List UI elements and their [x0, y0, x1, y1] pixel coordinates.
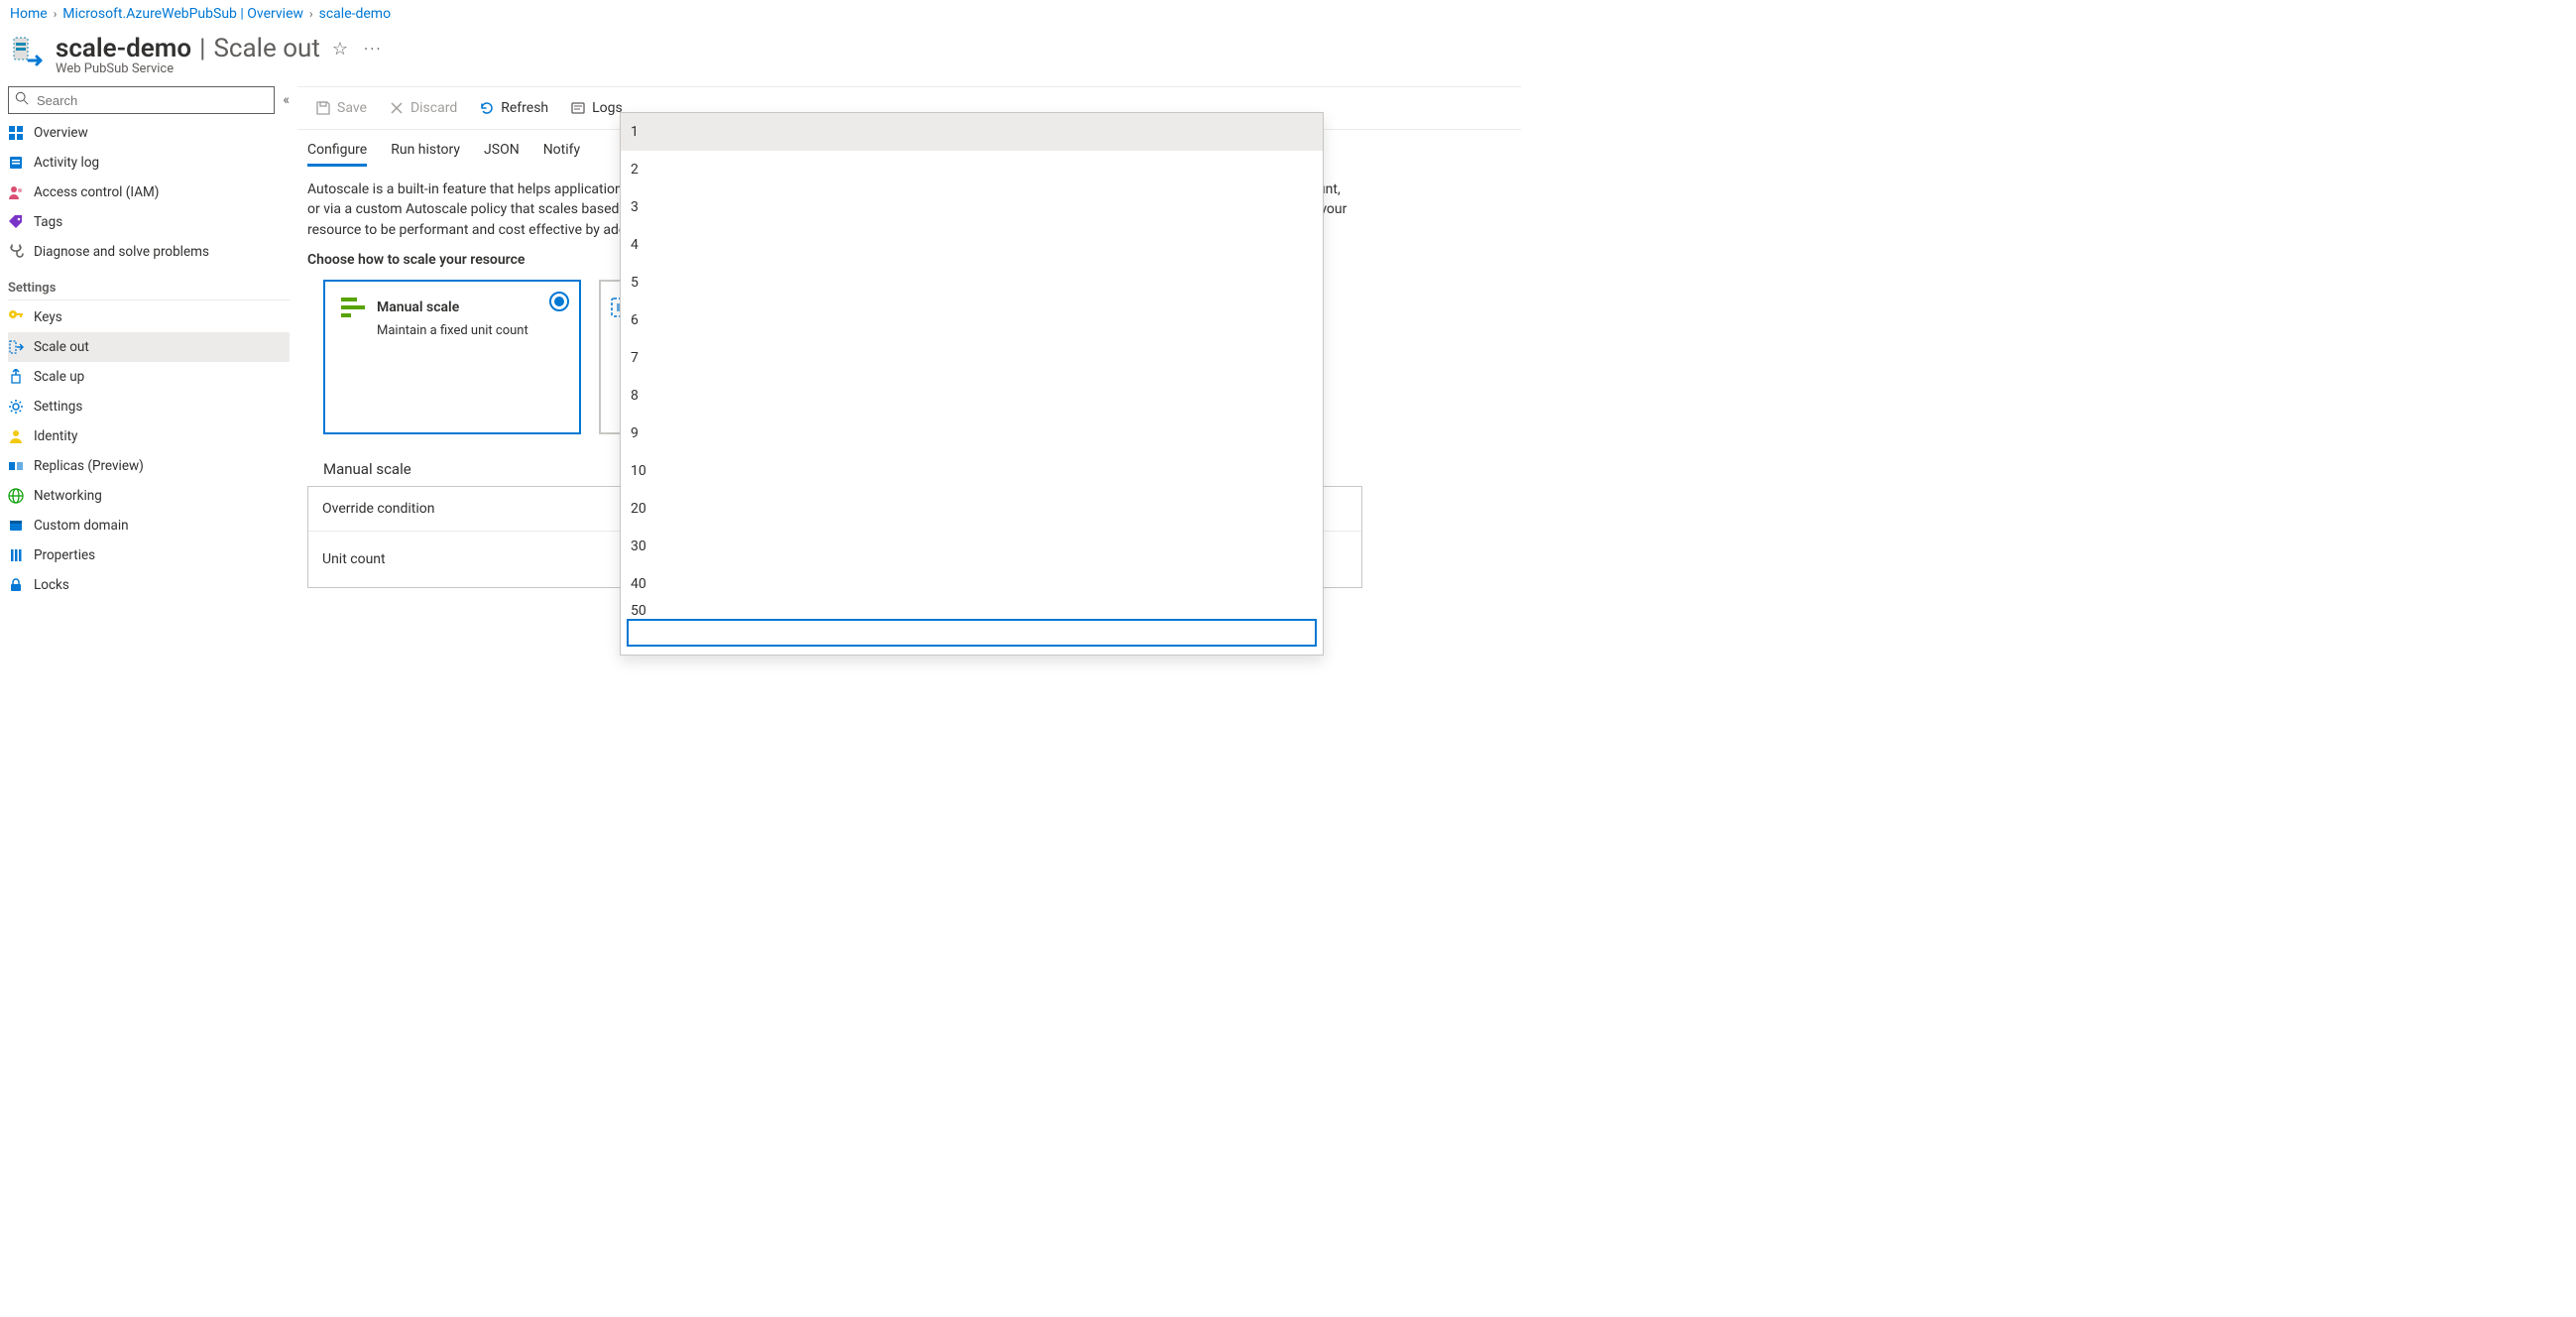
dropdown-option[interactable]: 10	[621, 452, 1323, 490]
sidebar-item-label: Identity	[34, 428, 77, 444]
sidebar-item-replicas-preview-[interactable]: Replicas (Preview)	[8, 451, 290, 481]
sidebar-item-label: Scale out	[34, 339, 89, 355]
manual-scale-radio[interactable]	[549, 292, 569, 311]
breadcrumb: Home › Microsoft.AzureWebPubSub | Overvi…	[0, 0, 1521, 28]
refresh-icon	[479, 100, 495, 116]
dropdown-option[interactable]: 9	[621, 415, 1323, 452]
dropdown-option[interactable]: 3	[621, 188, 1323, 226]
domain-icon	[8, 518, 24, 534]
sidebar-item-label: Tags	[34, 214, 62, 230]
network-icon	[8, 488, 24, 504]
sidebar-item-label: Custom domain	[34, 518, 129, 534]
sidebar-item-locks[interactable]: Locks	[8, 570, 290, 600]
sidebar-item-diagnose-and-solve-problems[interactable]: Diagnose and solve problems	[8, 237, 290, 267]
sidebar-item-properties[interactable]: Properties	[8, 540, 290, 570]
dropdown-option[interactable]: 50	[621, 603, 1323, 617]
unit-count-dropdown: 1234567891020304050	[620, 112, 1324, 656]
dropdown-option[interactable]: 30	[621, 528, 1323, 565]
dropdown-option[interactable]: 2	[621, 151, 1323, 188]
page-header: scale-demo | Scale out ☆ ··· Web PubSub …	[0, 28, 1521, 86]
sidebar-item-scale-up[interactable]: Scale up	[8, 362, 290, 392]
sidebar-item-label: Keys	[34, 309, 62, 325]
sidebar-item-label: Overview	[34, 125, 88, 141]
sidebar-item-label: Diagnose and solve problems	[34, 244, 209, 260]
unit-count-filter-input[interactable]	[627, 619, 1317, 647]
refresh-button[interactable]: Refresh	[469, 94, 558, 122]
override-condition-label: Override condition	[322, 501, 620, 517]
breadcrumb-home[interactable]: Home	[10, 6, 48, 22]
properties-icon	[8, 547, 24, 563]
sidebar-item-custom-domain[interactable]: Custom domain	[8, 511, 290, 540]
overview-icon	[8, 125, 24, 141]
dropdown-option[interactable]: 8	[621, 377, 1323, 415]
identity-icon	[8, 428, 24, 444]
page-subtitle: Web PubSub Service	[56, 61, 387, 76]
breadcrumb-provider[interactable]: Microsoft.AzureWebPubSub | Overview	[62, 6, 303, 22]
replicas-icon	[8, 458, 24, 474]
sidebar-item-keys[interactable]: Keys	[8, 302, 290, 332]
close-icon	[389, 100, 405, 116]
sidebar-item-activity-log[interactable]: Activity log	[8, 148, 290, 178]
iam-icon	[8, 184, 24, 200]
lock-icon	[8, 577, 24, 593]
sidebar-item-identity[interactable]: Identity	[8, 421, 290, 451]
dropdown-option[interactable]: 40	[621, 565, 1323, 603]
sidebar-item-label: Access control (IAM)	[34, 184, 160, 200]
dropdown-option[interactable]: 4	[621, 226, 1323, 264]
collapse-nav-button[interactable]: «	[283, 92, 290, 108]
diagnose-icon	[8, 244, 24, 260]
manual-scale-card[interactable]: Manual scale Maintain a fixed unit count	[323, 280, 581, 434]
sidebar-item-overview[interactable]: Overview	[8, 118, 290, 148]
sidebar-item-label: Networking	[34, 488, 102, 504]
sidebar-item-label: Scale up	[34, 369, 84, 385]
resource-icon	[10, 34, 46, 69]
tab-notify[interactable]: Notify	[543, 134, 580, 166]
sidebar-item-label: Replicas (Preview)	[34, 458, 144, 474]
manual-scale-desc: Maintain a fixed unit count	[377, 323, 565, 338]
sidebar-item-label: Activity log	[34, 155, 99, 171]
sidebar-item-access-control-iam-[interactable]: Access control (IAM)	[8, 178, 290, 207]
favorite-button[interactable]: ☆	[328, 35, 352, 63]
manual-scale-icon	[339, 294, 367, 321]
sidebar-item-networking[interactable]: Networking	[8, 481, 290, 511]
sidebar-item-label: Locks	[34, 577, 69, 593]
chevron-right-icon: ›	[54, 7, 58, 21]
sidebar-section-settings: Settings	[8, 267, 290, 300]
save-icon	[315, 100, 331, 116]
search-icon	[15, 91, 29, 109]
tab-run-history[interactable]: Run history	[391, 134, 460, 166]
search-input[interactable]	[35, 92, 268, 109]
key-icon	[8, 309, 24, 325]
dropdown-option[interactable]: 6	[621, 301, 1323, 339]
page-title-resource: scale-demo	[56, 34, 191, 63]
sidebar-item-label: Properties	[34, 547, 95, 563]
scaleout-icon	[8, 339, 24, 355]
page-title-blade: Scale out	[213, 34, 319, 63]
manual-scale-title: Manual scale	[377, 299, 459, 315]
unit-count-label: Unit count	[322, 551, 620, 567]
tag-icon	[8, 214, 24, 230]
dropdown-option[interactable]: 1	[621, 113, 1323, 151]
activity-icon	[8, 155, 24, 171]
more-actions-button[interactable]: ···	[360, 36, 387, 62]
tab-json[interactable]: JSON	[484, 134, 520, 166]
dropdown-option[interactable]: 20	[621, 490, 1323, 528]
logs-icon	[570, 100, 586, 116]
sidebar-item-settings[interactable]: Settings	[8, 392, 290, 421]
sidebar: « Overview Activity log Access control (IA…	[0, 86, 297, 608]
search-box[interactable]	[8, 86, 275, 114]
sidebar-item-tags[interactable]: Tags	[8, 207, 290, 237]
save-button[interactable]: Save	[305, 94, 377, 122]
dropdown-option[interactable]: 5	[621, 264, 1323, 301]
dropdown-option[interactable]: 7	[621, 339, 1323, 377]
tab-configure[interactable]: Configure	[307, 134, 367, 166]
main-content: Save Discard Refresh Logs ConfigureRun h…	[297, 86, 1521, 608]
gear-icon	[8, 399, 24, 415]
sidebar-item-scale-out[interactable]: Scale out	[8, 332, 290, 362]
discard-button[interactable]: Discard	[379, 94, 467, 122]
chevron-right-icon: ›	[309, 7, 313, 21]
breadcrumb-resource[interactable]: scale-demo	[319, 6, 391, 22]
sidebar-item-label: Settings	[34, 399, 82, 415]
scaleup-icon	[8, 369, 24, 385]
